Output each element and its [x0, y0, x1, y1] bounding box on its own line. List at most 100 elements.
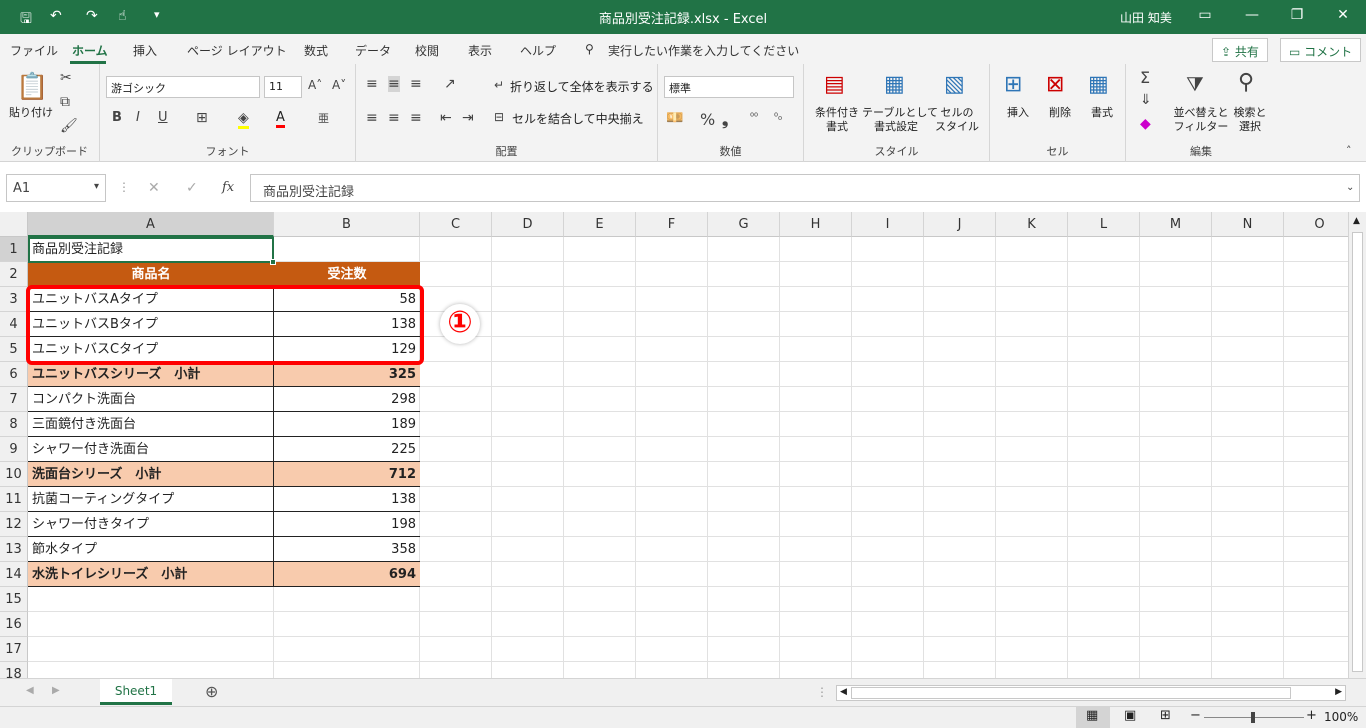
merge-center-icon[interactable]: ⊟ — [494, 110, 504, 124]
tab-file[interactable]: ファイル — [10, 42, 58, 59]
tab-data[interactable]: データ — [355, 42, 391, 59]
table-row-qty[interactable]: 358 — [274, 537, 420, 562]
select-all-button[interactable] — [0, 212, 28, 237]
paste-button[interactable]: 貼り付け — [8, 106, 54, 120]
scroll-left-icon[interactable]: ◀ — [840, 687, 847, 697]
row-header-8[interactable]: 8 — [0, 412, 28, 437]
row-header-4[interactable]: 4 — [0, 312, 28, 337]
ribbon-display-options-icon[interactable]: ▭ — [1190, 7, 1220, 23]
row-header-16[interactable]: 16 — [0, 612, 28, 637]
row-header-11[interactable]: 11 — [0, 487, 28, 512]
copy-icon[interactable]: ⧉ — [60, 94, 70, 110]
font-name-select[interactable]: 游ゴシック — [106, 76, 260, 98]
wrap-text-button[interactable]: 折り返して全体を表示する — [510, 80, 654, 94]
find-select-button[interactable]: 検索と 選択 — [1228, 106, 1272, 134]
table-row-qty[interactable]: 298 — [274, 387, 420, 412]
prev-sheet-icon[interactable]: ◀ — [26, 685, 34, 696]
tab-formulas[interactable]: 数式 — [304, 42, 328, 59]
column-header-e[interactable]: E — [564, 212, 636, 237]
insert-function-button[interactable]: fx — [222, 180, 234, 195]
fill-handle[interactable] — [270, 259, 276, 265]
user-name[interactable]: 山田 知美 — [1120, 9, 1172, 26]
clear-icon[interactable]: ◆ — [1140, 116, 1151, 132]
decrease-font-icon[interactable]: A˅ — [332, 78, 346, 92]
column-header-h[interactable]: H — [780, 212, 852, 237]
normal-view-icon[interactable]: ▦ — [1076, 707, 1110, 728]
scroll-right-icon[interactable]: ▶ — [1335, 687, 1342, 697]
wrap-text-icon[interactable]: ↵ — [494, 78, 504, 92]
cut-icon[interactable]: ✂ — [60, 70, 72, 86]
next-sheet-icon[interactable]: ▶ — [52, 685, 60, 696]
row-header-14[interactable]: 14 — [0, 562, 28, 587]
table-row-qty[interactable]: 198 — [274, 512, 420, 537]
row-header-5[interactable]: 5 — [0, 337, 28, 362]
decrease-decimal-icon[interactable]: ⁰₀ — [774, 112, 782, 123]
column-header-d[interactable]: D — [492, 212, 564, 237]
tell-me-search[interactable]: 実行したい作業を入力してください — [608, 42, 799, 59]
conditional-formatting-button[interactable]: 条件付き 書式 — [808, 106, 866, 134]
comments-button[interactable]: ▭ コメント — [1280, 38, 1362, 62]
borders-icon[interactable]: ⊞ — [196, 110, 208, 126]
share-button[interactable]: ⇪ 共有 — [1212, 38, 1268, 62]
table-row-name[interactable]: ユニットバスシリーズ 小計 — [28, 362, 274, 387]
insert-cells-icon[interactable]: ⊞ — [1004, 72, 1022, 97]
row-header-6[interactable]: 6 — [0, 362, 28, 387]
table-row-qty[interactable]: 189 — [274, 412, 420, 437]
split-handle-icon[interactable]: ⋮ — [816, 685, 828, 699]
cell-header-qty[interactable]: 受注数 — [274, 262, 420, 287]
font-color-icon[interactable]: A — [276, 110, 285, 128]
format-cells-icon[interactable]: ▦ — [1088, 72, 1109, 97]
accounting-format-icon[interactable]: 💴 — [666, 110, 683, 126]
collapse-ribbon-icon[interactable]: ˄ — [1346, 144, 1352, 157]
enter-icon[interactable]: ✓ — [186, 180, 198, 196]
tab-view[interactable]: 表示 — [468, 42, 492, 59]
row-header-17[interactable]: 17 — [0, 637, 28, 662]
scroll-thumb[interactable] — [1352, 232, 1363, 672]
phonetic-icon[interactable]: 亜 — [318, 110, 329, 126]
table-row-qty[interactable]: 712 — [274, 462, 420, 487]
close-icon[interactable]: ✕ — [1328, 7, 1358, 23]
table-row-qty[interactable]: 138 — [274, 487, 420, 512]
conditional-formatting-icon[interactable]: ▤ — [824, 72, 845, 97]
table-row-name[interactable]: 抗菌コーティングタイプ — [28, 487, 274, 512]
column-header-m[interactable]: M — [1140, 212, 1212, 237]
column-header-g[interactable]: G — [708, 212, 780, 237]
name-box[interactable]: A1 ▾ — [6, 174, 106, 202]
column-header-o[interactable]: O — [1284, 212, 1356, 237]
italic-button[interactable]: I — [136, 110, 140, 125]
autosum-button[interactable]: Σ — [1140, 68, 1150, 87]
format-cells-button[interactable]: 書式 — [1084, 106, 1120, 120]
align-center-icon[interactable]: ≡ — [388, 110, 400, 126]
cancel-icon[interactable]: ✕ — [148, 180, 160, 196]
align-middle-icon[interactable]: ≡ — [388, 76, 400, 92]
add-sheet-button[interactable]: ⊕ — [205, 682, 218, 701]
tab-insert[interactable]: 挿入 — [133, 42, 157, 59]
find-select-icon[interactable]: ⚲ — [1238, 70, 1254, 95]
table-row-name[interactable]: シャワー付きタイプ — [28, 512, 274, 537]
cell-styles-button[interactable]: セルの スタイル — [930, 106, 984, 134]
align-top-icon[interactable]: ≡ — [366, 76, 378, 92]
fill-icon[interactable]: ⇓ — [1140, 92, 1152, 108]
table-row-name[interactable]: 三面鏡付き洗面台 — [28, 412, 274, 437]
increase-font-icon[interactable]: A˄ — [308, 78, 322, 92]
increase-decimal-icon[interactable]: ⁰⁰ — [750, 112, 758, 123]
sort-filter-button[interactable]: 並べ替えと フィルター — [1170, 106, 1232, 134]
column-header-l[interactable]: L — [1068, 212, 1140, 237]
table-row-name[interactable]: 洗面台シリーズ 小計 — [28, 462, 274, 487]
tab-help[interactable]: ヘルプ — [520, 42, 556, 59]
orientation-icon[interactable]: ↗ — [444, 76, 456, 92]
worksheet-grid[interactable]: ABCDEFGHIJKLMNO 1 2 3 4 5 6 7 8 9 10 11 12 13 14 15 16 1… — [0, 212, 1366, 678]
table-row-name[interactable]: 水洗トイレシリーズ 小計 — [28, 562, 274, 587]
column-header-n[interactable]: N — [1212, 212, 1284, 237]
insert-cells-button[interactable]: 挿入 — [1000, 106, 1036, 120]
cell-styles-icon[interactable]: ▧ — [944, 72, 965, 97]
horizontal-scrollbar[interactable]: ◀ ▶ — [836, 685, 1346, 701]
table-row-name[interactable]: 節水タイプ — [28, 537, 274, 562]
format-as-table-button[interactable]: テーブルとして 書式設定 — [862, 106, 938, 134]
tab-home[interactable]: ホーム — [72, 42, 108, 59]
zoom-out-icon[interactable]: − — [1190, 708, 1201, 723]
column-header-k[interactable]: K — [996, 212, 1068, 237]
column-header-i[interactable]: I — [852, 212, 924, 237]
paste-icon[interactable]: 📋 — [16, 72, 48, 102]
fill-color-icon[interactable]: ◈ — [238, 110, 249, 129]
